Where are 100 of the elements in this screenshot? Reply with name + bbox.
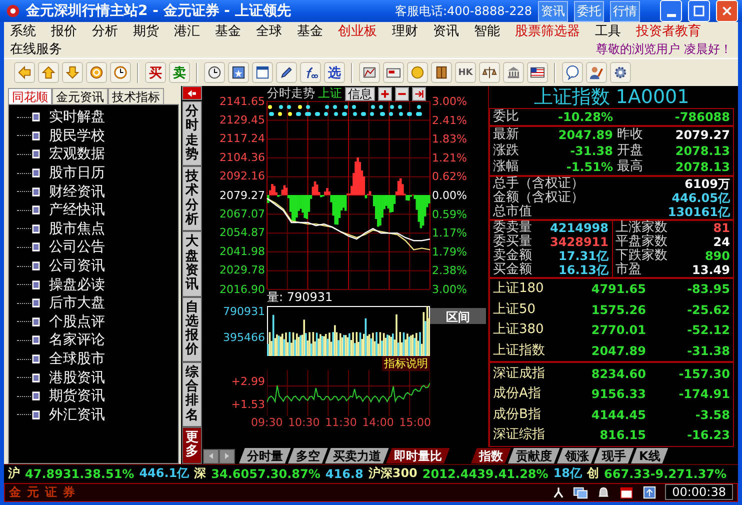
quote-label: 最高 — [617, 160, 643, 174]
tree-item[interactable]: 期货资讯 — [49, 387, 105, 406]
select-stock-button[interactable]: 选 — [324, 62, 345, 83]
index-value: 2770.01 — [590, 323, 646, 338]
menu-item[interactable]: 系统 — [10, 22, 36, 40]
quote-tab[interactable]: 现手 — [594, 448, 634, 464]
chart-tab[interactable]: 多空 — [288, 448, 328, 464]
tree-item[interactable]: 全球股市 — [49, 350, 105, 368]
ticker-text: 沪深300 — [368, 465, 418, 482]
index-name: 深证综指 — [493, 428, 545, 442]
menu-item[interactable]: 港汇 — [174, 22, 200, 40]
tree-item[interactable]: 外汇资讯 — [49, 406, 105, 424]
menu-item[interactable]: 创业板 — [338, 22, 377, 40]
tree-item[interactable]: 后市大盘 — [49, 294, 105, 312]
quote-value: 17.31亿 — [558, 248, 608, 264]
index-change: -83.95 — [686, 282, 730, 296]
percent-label: 2.38% — [432, 264, 467, 278]
time-label: 14:00 — [362, 417, 394, 429]
tree-item[interactable]: 实时解盘 — [49, 108, 105, 126]
ticker-text: 沪 — [8, 465, 20, 482]
chart-tab[interactable]: 即时量比 — [386, 448, 450, 464]
menu-item[interactable]: 分析 — [92, 22, 118, 40]
menu-item[interactable]: 全球 — [256, 22, 282, 40]
price-label: 2079.27 — [220, 189, 265, 202]
chart-tab[interactable]: 买卖力道 — [325, 448, 389, 464]
side-tab[interactable]: 分时走势 — [182, 101, 202, 166]
tree-item[interactable]: 操盘必读 — [49, 276, 105, 294]
price-label: 2029.78 — [220, 264, 265, 277]
menu-item[interactable]: 基金 — [215, 22, 241, 40]
index-change: -157.30 — [678, 366, 730, 381]
index-value: 2047.89 — [590, 344, 646, 358]
index-name: 上证380 — [493, 323, 544, 338]
info-button[interactable]: 信息 — [345, 86, 375, 100]
panel-tab[interactable]: 同花顺 — [8, 88, 52, 104]
tree-item[interactable]: 港股资讯 — [49, 368, 105, 387]
more-tab[interactable]: 更多 — [182, 426, 202, 464]
quick-button[interactable]: 资讯 — [538, 0, 568, 22]
percent-label: 0.62% — [432, 170, 467, 184]
percent-label: 3.00% — [432, 95, 467, 108]
chart-tab[interactable]: 分时量 — [239, 448, 291, 464]
ticker-text: 18亿 — [553, 465, 582, 482]
panel-tab[interactable]: 技术指标 — [108, 88, 164, 104]
percent-label: 0.59% — [432, 208, 467, 221]
quote-value: 890 — [704, 249, 730, 263]
menu-item[interactable]: 资讯 — [433, 22, 459, 40]
quick-button[interactable]: 行情 — [610, 0, 640, 22]
quote-tab[interactable]: 指数 — [471, 448, 511, 464]
buy-button[interactable]: 买 — [145, 62, 166, 83]
price-label: 2117.24 — [220, 132, 265, 145]
quote-value: -31.38 — [569, 144, 613, 158]
tree-item[interactable]: 股市焦点 — [49, 220, 105, 238]
tree-item[interactable]: 公司资讯 — [49, 257, 105, 276]
menu-item[interactable]: 报价 — [51, 22, 77, 40]
ticker-text: 667.33-9.271.37% — [604, 466, 727, 481]
tree-item[interactable]: 产经快讯 — [49, 201, 105, 220]
quote-value: 16.13亿 — [558, 262, 608, 278]
menu-item[interactable]: 智能 — [474, 22, 500, 40]
index-name: 上证指数 — [493, 344, 545, 358]
indicator-help-button[interactable]: 指标说明 — [382, 356, 430, 371]
tree-item[interactable]: 宏观数据 — [49, 145, 105, 164]
menu-item[interactable]: 基金 — [297, 22, 323, 40]
side-tab[interactable]: 自选报价 — [182, 296, 202, 362]
quote-tab[interactable]: 贡献度 — [508, 448, 560, 464]
tree-item[interactable]: 财经资讯 — [49, 182, 105, 201]
tree-item[interactable]: 公司公告 — [49, 238, 105, 256]
side-tab[interactable]: 综合排名 — [182, 362, 202, 427]
time-label: 15:00 — [399, 417, 431, 429]
quote-label: 总手（含权证） — [493, 177, 584, 191]
quote-label: 金额（含权证） — [493, 191, 584, 205]
index-name: 上证 — [318, 85, 342, 102]
menu-item[interactable]: 工具 — [595, 22, 621, 40]
index-name: 上证50 — [493, 302, 536, 317]
quote-label: 开盘 — [617, 144, 643, 158]
index-change: -25.62 — [686, 302, 730, 317]
percent-label: 1.83% — [432, 132, 467, 146]
tree-item[interactable]: 名家评论 — [49, 331, 105, 350]
index-change: -16.23 — [686, 428, 730, 442]
menu-item[interactable]: 理财 — [392, 22, 418, 40]
quote-label: 委比 — [493, 110, 519, 124]
panel-tab[interactable]: 金元资讯 — [52, 88, 108, 104]
index-name: 上证180 — [493, 282, 544, 296]
side-tab[interactable]: 技术分析 — [182, 166, 202, 232]
quote-tab[interactable]: 领涨 — [557, 448, 597, 464]
quote-tab[interactable]: K线 — [631, 448, 668, 464]
quote-value: 130161亿 — [668, 204, 730, 220]
tree-item[interactable]: 股民学校 — [49, 126, 105, 145]
menu-item[interactable]: 期货 — [133, 22, 159, 40]
index-value: 9156.33 — [590, 387, 646, 402]
sell-button[interactable]: 卖 — [169, 62, 190, 83]
tree-item[interactable]: 个股点评 — [49, 312, 105, 331]
ticker-text: 深 — [194, 465, 206, 482]
menu-item[interactable]: 股票筛选器 — [515, 22, 580, 40]
menu-item[interactable]: 在线服务 — [10, 40, 62, 58]
hk-button[interactable]: HK — [455, 62, 476, 83]
side-tab[interactable]: 大盘资讯 — [182, 231, 202, 297]
tree-item[interactable]: 股市日历 — [49, 164, 105, 182]
menu-item[interactable]: 投资者教育 — [636, 22, 701, 40]
quick-button[interactable]: 委托 — [574, 0, 604, 22]
range-button[interactable]: 区间 — [430, 308, 486, 324]
price-label: 2104.36 — [220, 151, 265, 164]
